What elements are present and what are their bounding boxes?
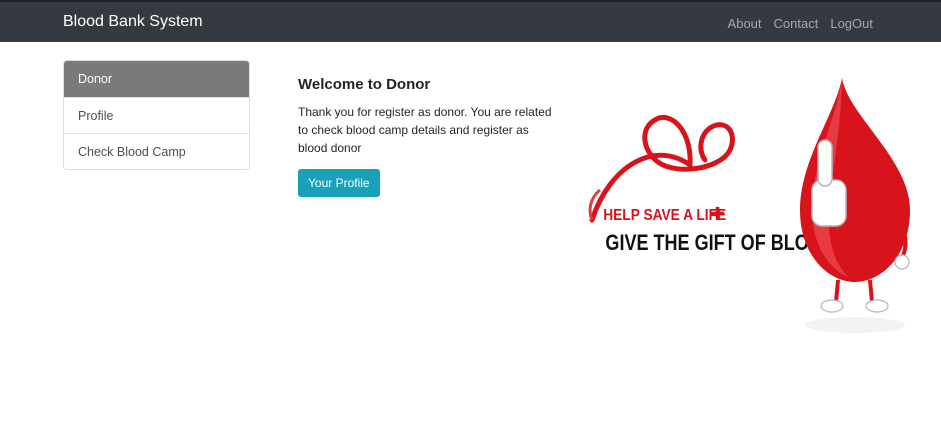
nav-links: About Contact LogOut — [728, 16, 873, 31]
banner-line-2: GIVE THE GIFT OF BLOOD — [605, 231, 835, 255]
welcome-panel: Welcome to Donor Thank you for register … — [298, 76, 568, 197]
banner-line-1: HELP SAVE A LIFE — [603, 206, 726, 224]
sidebar-item-donor[interactable]: Donor — [64, 61, 249, 97]
sidebar-item-profile[interactable]: Profile — [64, 97, 249, 133]
top-navbar: Blood Bank System About Contact LogOut — [0, 0, 941, 42]
blood-drop-mascot-icon — [800, 78, 910, 333]
nav-link-logout[interactable]: LogOut — [830, 16, 873, 31]
welcome-description: Thank you for register as donor. You are… — [298, 105, 552, 155]
brand-link[interactable]: Blood Bank System — [63, 13, 203, 31]
welcome-title: Welcome to Donor — [298, 76, 431, 93]
nav-link-contact[interactable]: Contact — [774, 16, 819, 31]
plus-icon: ✚ — [710, 204, 725, 225]
your-profile-button[interactable]: Your Profile — [298, 169, 380, 197]
blood-donation-banner: HELP SAVE A LIFE ✚ GIVE THE GIFT OF BLOO… — [588, 78, 910, 333]
sidebar-menu: Donor Profile Check Blood Camp — [63, 60, 250, 170]
sidebar-item-check-blood-camp[interactable]: Check Blood Camp — [64, 133, 249, 169]
nav-link-about[interactable]: About — [728, 16, 762, 31]
